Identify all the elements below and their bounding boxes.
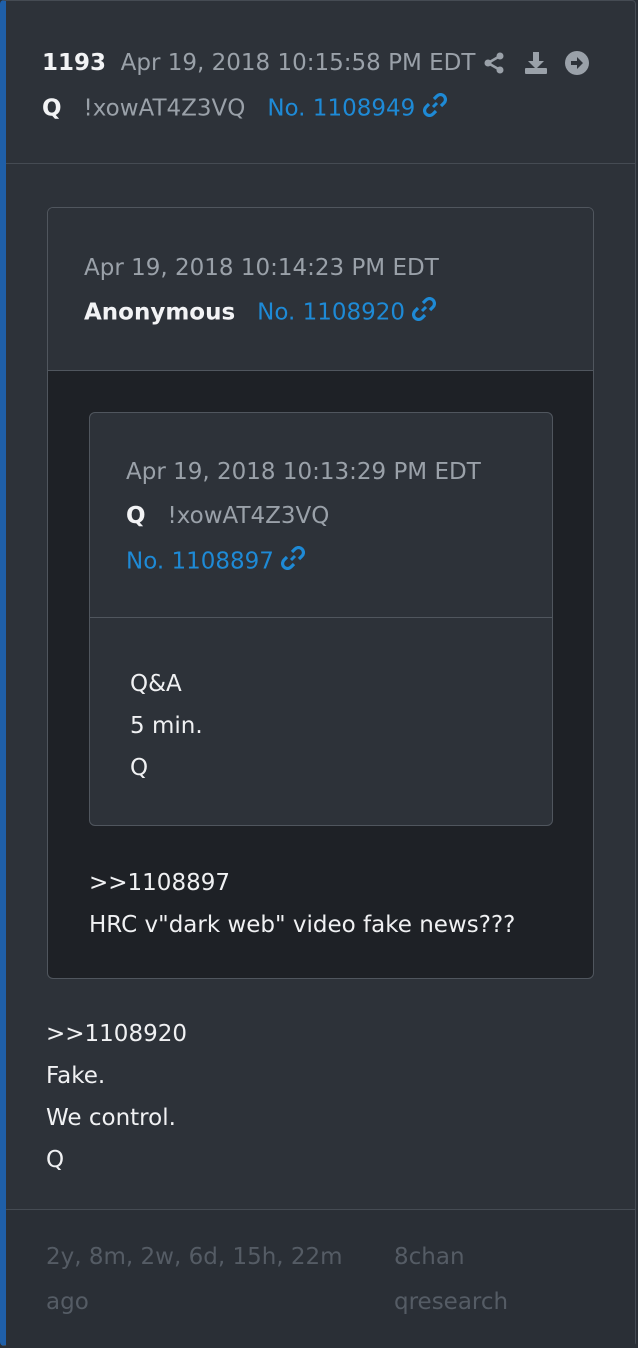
link-icon[interactable]	[422, 92, 447, 125]
reply-reference[interactable]: >>1108920	[46, 1013, 187, 1055]
quoted-post-timestamp: Apr 19, 2018 10:14:23 PM EDT	[84, 255, 439, 281]
post-source: 8chan qresearch	[394, 1235, 508, 1325]
post-card: 1193 Apr 19, 2018 10:15:58 PM EDT Q !xow…	[0, 0, 636, 1348]
link-icon[interactable]	[281, 545, 306, 578]
nested-quoted-post-header: Apr 19, 2018 10:13:29 PM EDT Q !xowAT4Z3…	[90, 413, 552, 618]
quoted-post-author: Anonymous	[84, 299, 236, 326]
post-body: >>1108920 Fake. We control. Q	[46, 1013, 187, 1181]
body-line: HRC v"dark web" video fake news???	[89, 912, 516, 938]
post-header: 1193 Apr 19, 2018 10:15:58 PM EDT Q !xow…	[6, 1, 635, 164]
nested-quoted-post-author: Q	[126, 503, 146, 529]
post-source-site: 8chan	[394, 1244, 465, 1270]
nested-quoted-post-timestamp: Apr 19, 2018 10:13:29 PM EDT	[126, 459, 481, 485]
quoted-post: Apr 19, 2018 10:14:23 PM EDT Anonymous N…	[47, 207, 594, 979]
post-tripcode: !xowAT4Z3VQ	[83, 95, 246, 122]
body-line: Q	[46, 1147, 65, 1173]
nested-quoted-post: Apr 19, 2018 10:13:29 PM EDT Q !xowAT4Z3…	[89, 412, 553, 826]
post-number-link[interactable]: No. 1108949	[267, 96, 415, 122]
post-author-line: Q !xowAT4Z3VQ No. 1108949	[42, 92, 447, 125]
body-line: Q&A	[130, 671, 182, 697]
body-line: Fake.	[46, 1063, 106, 1089]
post-age-line: ago	[46, 1289, 89, 1315]
share-icon[interactable]	[482, 51, 506, 79]
body-line: 5 min.	[130, 713, 203, 739]
quoted-post-body: >>1108897 HRC v"dark web" video fake new…	[89, 862, 515, 946]
nested-quoted-post-tripcode: !xowAT4Z3VQ	[167, 503, 330, 529]
post-number: 1193	[42, 50, 107, 76]
post-source-board: qresearch	[394, 1289, 509, 1315]
nested-quoted-post-number-link[interactable]: No. 1108897	[126, 549, 274, 575]
body-line: Q	[130, 755, 149, 781]
download-icon[interactable]	[523, 50, 549, 80]
post-meta-line: 1193 Apr 19, 2018 10:15:58 PM EDT	[42, 48, 475, 78]
nested-quoted-post-author-line: Q !xowAT4Z3VQ	[126, 501, 329, 531]
post-age: 2y, 8m, 2w, 6d, 15h, 22m ago	[46, 1235, 343, 1325]
post-age-line: 2y, 8m, 2w, 6d, 15h, 22m	[46, 1244, 343, 1270]
quoted-post-number-link[interactable]: No. 1108920	[257, 300, 405, 326]
post-timestamp: Apr 19, 2018 10:15:58 PM EDT	[120, 50, 476, 76]
post-author: Q	[42, 95, 62, 122]
link-icon[interactable]	[412, 296, 437, 329]
quoted-post-author-line: Anonymous No. 1108920	[84, 296, 437, 329]
nested-quoted-post-body: Q&A 5 min. Q	[130, 663, 203, 789]
nested-quoted-post-number-line: No. 1108897	[126, 545, 306, 578]
body-line: We control.	[46, 1105, 176, 1131]
post-footer: 2y, 8m, 2w, 6d, 15h, 22m ago 8chan qrese…	[6, 1209, 635, 1348]
quoted-post-header: Apr 19, 2018 10:14:23 PM EDT Anonymous N…	[48, 208, 593, 371]
reply-reference[interactable]: >>1108897	[89, 862, 515, 904]
arrow-right-circle-icon[interactable]	[564, 50, 590, 80]
